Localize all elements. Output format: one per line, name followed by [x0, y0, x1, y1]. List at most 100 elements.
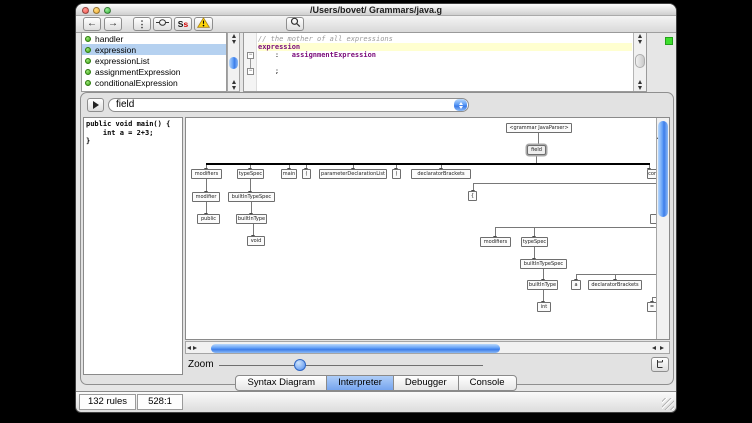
interpreter-input[interactable]: public void main() { int a = 2+3;}	[83, 117, 183, 375]
code-line	[258, 59, 632, 67]
desktop: { "window": { "title": "/Users/bovet/ Gr…	[0, 0, 752, 423]
window-title: /Users/bovet/ Grammars/java.g	[76, 4, 676, 16]
zoom-slider-track[interactable]	[219, 365, 483, 366]
rule-status-icon	[85, 69, 91, 75]
rules-list-item[interactable]: handler	[82, 33, 226, 44]
editor-fold-gutter: − −	[244, 33, 257, 91]
rules-list-item[interactable]: assignmentExpression	[82, 66, 226, 77]
tree-node[interactable]: <grammar JavaParser>	[506, 123, 572, 133]
syntax-diagram-icon	[156, 18, 169, 30]
code-line: expression	[258, 43, 632, 51]
tree-edge	[206, 202, 207, 214]
tree-node[interactable]: builtInTypeSpec	[520, 259, 567, 269]
rules-list-item[interactable]: expression	[82, 44, 226, 55]
tab-syntax-diagram[interactable]: Syntax Diagram	[235, 375, 327, 391]
rules-list-item[interactable]: expressionList	[82, 55, 226, 66]
tree-node[interactable]: (	[302, 169, 311, 179]
warnings-button[interactable]	[194, 17, 213, 31]
minimize-button[interactable]	[93, 7, 100, 14]
rules-list-item[interactable]: conditionalExpression	[82, 77, 226, 88]
find-button[interactable]	[286, 17, 304, 31]
tree-edge	[543, 290, 544, 302]
tree-node[interactable]: int	[537, 302, 551, 312]
statusbar: 132 rules 528:1	[76, 391, 676, 412]
rule-name: handler	[95, 34, 123, 44]
case-sensitivity-button[interactable]: Ss	[174, 17, 192, 31]
close-button[interactable]	[82, 7, 89, 14]
tree-node[interactable]: modifiers	[480, 237, 511, 247]
tree-edge	[251, 202, 252, 214]
tree-node[interactable]: field	[527, 145, 546, 155]
tab-interpreter[interactable]: Interpreter	[326, 375, 394, 391]
tree-node[interactable]: modifier	[192, 192, 220, 202]
forward-button[interactable]: →	[104, 17, 122, 31]
input-text-line: }	[86, 137, 181, 146]
tree-edge	[538, 133, 539, 145]
rules-scrollbar[interactable]	[227, 32, 240, 92]
tree-node[interactable]: modifiers	[191, 169, 222, 179]
rule-status-icon	[85, 36, 91, 42]
back-arrow-icon: ←	[87, 18, 97, 30]
tree-node[interactable]: builtInType	[527, 280, 558, 290]
zoom-label: Zoom	[188, 359, 214, 370]
resize-grip[interactable]	[662, 398, 674, 410]
rules-list[interactable]: handlerexpressionexpressionListassignmen…	[81, 32, 227, 92]
tree-vscroll-thumb[interactable]	[658, 121, 668, 217]
tree-node[interactable]: declaratorBrackets	[588, 280, 642, 290]
play-icon	[93, 101, 99, 109]
tree-node[interactable]: main	[281, 169, 297, 179]
grammar-editor[interactable]: − − // the mother of all expressionsexpr…	[243, 32, 647, 92]
editor-scrollbar-thumb[interactable]	[635, 54, 645, 68]
combobox-stepper-icon[interactable]	[454, 99, 467, 111]
tree-node[interactable]: )	[392, 169, 401, 179]
rule-name: conditionalExpression	[95, 78, 178, 88]
tree-node[interactable]: a	[571, 280, 581, 290]
view-tabbar: Syntax DiagramInterpreterDebuggerConsole	[76, 375, 676, 391]
tree-node[interactable]: parameterDeclarationList	[319, 169, 387, 179]
tree-node[interactable]: typeSpec	[521, 237, 548, 247]
code-line: ;	[258, 67, 632, 75]
tree-vertical-scrollbar[interactable]	[656, 118, 669, 339]
tree-edge	[536, 156, 537, 163]
tree-node[interactable]: declaratorBrackets	[411, 169, 471, 179]
toolbar: ← → ⋮ Ss	[76, 16, 676, 33]
rules-list-button[interactable]: ⋮	[133, 17, 151, 31]
tab-console[interactable]: Console	[458, 375, 517, 391]
tree-node[interactable]: public	[197, 214, 220, 224]
back-button[interactable]: ←	[83, 17, 101, 31]
tree-node[interactable]: builtInType	[236, 214, 267, 224]
zoom-slider-thumb[interactable]	[294, 359, 306, 371]
zoom-button[interactable]	[104, 7, 111, 14]
tree-edge	[534, 228, 535, 237]
tab-debugger[interactable]: Debugger	[393, 375, 459, 391]
rule-status-icon	[85, 80, 91, 86]
start-rule-combobox[interactable]: field	[108, 98, 469, 112]
search-icon	[290, 17, 301, 31]
tree-node[interactable]: {	[468, 191, 477, 201]
tree-edge	[473, 184, 474, 191]
editor-scrollbar[interactable]	[633, 33, 646, 91]
rules-scrollbar-thumb[interactable]	[229, 57, 238, 69]
grammar-ok-indicator	[665, 37, 673, 45]
tree-edge	[495, 228, 496, 237]
fold-marker-icon[interactable]: −	[247, 68, 254, 75]
tree-edge	[206, 179, 207, 192]
window-controls	[82, 7, 111, 14]
tree-view-toggle-button[interactable]	[651, 357, 669, 372]
tree-node[interactable]: builtInTypeSpec	[228, 192, 275, 202]
titlebar[interactable]: /Users/bovet/ Grammars/java.g	[76, 4, 676, 16]
tree-node[interactable]: void	[247, 236, 265, 246]
syntax-diagram-button[interactable]	[153, 17, 172, 31]
parse-tree-canvas[interactable]: <grammar JavaParser> field modifiers typeSp…	[185, 117, 670, 340]
rules-list-icon: ⋮	[138, 18, 147, 30]
interpreter-panel: field public void main() { int a = 2+3;}…	[80, 92, 674, 385]
fold-marker-icon[interactable]: −	[247, 52, 254, 59]
tree-edge	[253, 224, 254, 236]
input-text-line: public void main() {	[86, 120, 181, 129]
tree-hscroll-thumb[interactable]	[211, 344, 500, 353]
run-button[interactable]	[87, 98, 104, 112]
tree-edge	[495, 227, 669, 228]
tree-horizontal-scrollbar[interactable]	[185, 341, 670, 354]
tree-node[interactable]: typeSpec	[237, 169, 264, 179]
tree-edge	[543, 269, 544, 280]
